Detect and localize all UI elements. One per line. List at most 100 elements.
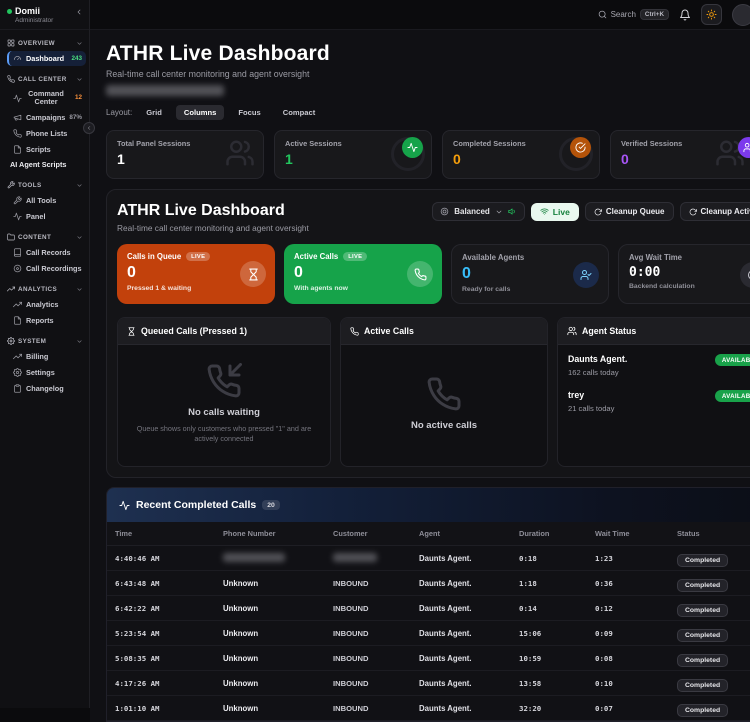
sidebar-item-settings[interactable]: Settings [9,365,86,380]
activity-icon [119,500,130,511]
stat-total-panel-sessions: Total Panel Sessions 1 [106,130,264,179]
section-analytics[interactable]: ANALYTICS [0,280,89,296]
stat-completed-sessions: Completed Sessions 0 [442,130,600,179]
status-badge: Completed [677,579,728,592]
wrench-icon [13,196,22,205]
activity-icon [13,212,22,221]
table-row[interactable]: 4:17:26 AM Unknown INBOUND Daunts Agent.… [107,671,750,696]
mode-select[interactable]: Balanced [432,202,525,221]
clipboard-icon [13,384,22,393]
check-circle-icon [575,142,586,153]
table-row[interactable]: 6:43:48 AM Unknown INBOUND Daunts Agent.… [107,571,750,596]
gear-icon [13,368,22,377]
layout-option-compact[interactable]: Compact [275,105,324,120]
status-badge: Completed [677,604,728,617]
file-icon [13,145,22,154]
sidebar-item-call-recordings[interactable]: Call Recordings [9,261,86,276]
agent-row: Daunts Agent. 162 calls today AVAILABLE [558,345,750,377]
file-icon [13,316,22,325]
section-content[interactable]: CONTENT [0,228,89,244]
cleanup-active-button[interactable]: Cleanup Active [680,202,750,221]
section-system[interactable]: SYSTEM [0,332,89,348]
sidebar-item-scripts[interactable]: Scripts [9,142,86,157]
sidebar-item-dashboard[interactable]: Dashboard 243 [7,51,86,66]
live-card-subtitle: Real-time call center monitoring and age… [117,223,309,233]
sidebar-item-call-records[interactable]: Call Records [9,245,86,260]
refresh-icon [594,208,602,216]
live-badge: LIVE [343,252,367,261]
status-badge: Completed [677,704,728,717]
status-badge: Completed [677,629,728,642]
brand-name: Domii [15,6,53,16]
table-row[interactable]: 5:23:54 AM Unknown INBOUND Daunts Agent.… [107,621,750,646]
status-badge: Completed [677,554,728,567]
sidebar-item-all-tools[interactable]: All Tools [9,193,86,208]
status-badge: AVAILABLE [715,354,750,366]
sidebar-item-phone-lists[interactable]: Phone Lists [9,126,86,141]
chevron-left-icon [86,125,92,131]
chevron-down-icon [76,338,83,345]
sidebar-item-analytics[interactable]: Analytics [9,297,86,312]
section-overview[interactable]: OVERVIEW [0,34,89,50]
users-icon [225,138,255,168]
sidebar-item-reports[interactable]: Reports [9,313,86,328]
sidebar-toggle-handle[interactable] [83,122,95,134]
phone-icon [426,376,462,412]
table-row[interactable]: 4:40:46 AM Daunts Agent. 0:18 1:23 Compl… [107,546,750,571]
table-row[interactable]: 6:42:22 AM Unknown INBOUND Daunts Agent.… [107,596,750,621]
sidebar-item-command-center[interactable]: Command Center 12 [9,87,86,109]
search-input[interactable]: Search Ctrl+K [598,9,669,20]
chevron-down-icon [76,182,83,189]
search-icon [598,10,607,19]
section-call-center[interactable]: CALL CENTER [0,70,89,86]
phone-icon [414,268,427,281]
sidebar-item-campaigns[interactable]: Campaigns 87% [9,110,86,125]
disc-icon [13,264,22,273]
sidebar-item-panel[interactable]: Panel [9,209,86,224]
notifications-button[interactable] [679,9,691,21]
layout-option-columns[interactable]: Columns [176,105,225,120]
avatar[interactable] [732,4,750,26]
panels-row: Queued Calls (Pressed 1) No calls waitin… [117,317,750,467]
book-icon [13,248,22,257]
live-toggle-button[interactable]: Live [531,203,579,221]
chevron-down-icon [76,234,83,241]
agent-row: trey 21 calls today AVAILABLE [558,377,750,413]
sidebar-collapse-button[interactable] [75,6,83,16]
table-row[interactable]: 1:01:10 AM Unknown INBOUND Daunts Agent.… [107,696,750,721]
sidebar-item-billing[interactable]: Billing [9,349,86,364]
kpi-active-calls: Active Calls LIVE 0 With agents now [284,244,442,304]
section-tools[interactable]: TOOLS [0,176,89,192]
status-badge: Completed [677,679,728,692]
live-badge: LIVE [186,252,210,261]
volume-icon [508,207,517,216]
table-header: Time Phone Number Customer Agent Duratio… [107,522,750,546]
queued-calls-panel: Queued Calls (Pressed 1) No calls waitin… [117,317,331,467]
table-row[interactable]: 5:08:35 AM Unknown INBOUND Daunts Agent.… [107,646,750,671]
wifi-icon [540,207,549,216]
kpi-row: Calls in Queue LIVE 0 Pressed 1 & waitin… [117,244,750,304]
trend-icon [13,300,22,309]
layout-option-grid[interactable]: Grid [138,105,170,120]
cleanup-queue-button[interactable]: Cleanup Queue [585,202,674,221]
status-badge: Completed [677,654,728,667]
campaigns-badge: 87% [69,114,82,122]
kpi-avg-wait-time: Avg Wait Time 0:00 Backend calculation [618,244,750,304]
chevron-down-icon [76,286,83,293]
sun-icon [706,9,717,20]
layout-label: Layout: [106,108,132,117]
active-calls-panel: Active Calls No active calls [340,317,548,467]
layout-option-focus[interactable]: Focus [230,105,268,120]
brand: Domii Administrator [0,0,89,30]
chevron-down-icon [495,208,503,216]
activity-icon [13,94,22,103]
sidebar-item-ai-agent-scripts[interactable]: AI Agent Scripts [6,158,86,172]
user-check-icon [580,269,592,281]
sidebar: Domii Administrator OVERVIEW Dashboard 2… [0,0,90,708]
stat-active-sessions: Active Sessions 1 [274,130,432,179]
sidebar-item-changelog[interactable]: Changelog [9,381,86,396]
target-icon [440,207,449,216]
stat-verified-sessions: Verified Sessions 0 [610,130,750,179]
status-badge: AVAILABLE [715,390,750,402]
theme-toggle-button[interactable] [701,4,722,25]
